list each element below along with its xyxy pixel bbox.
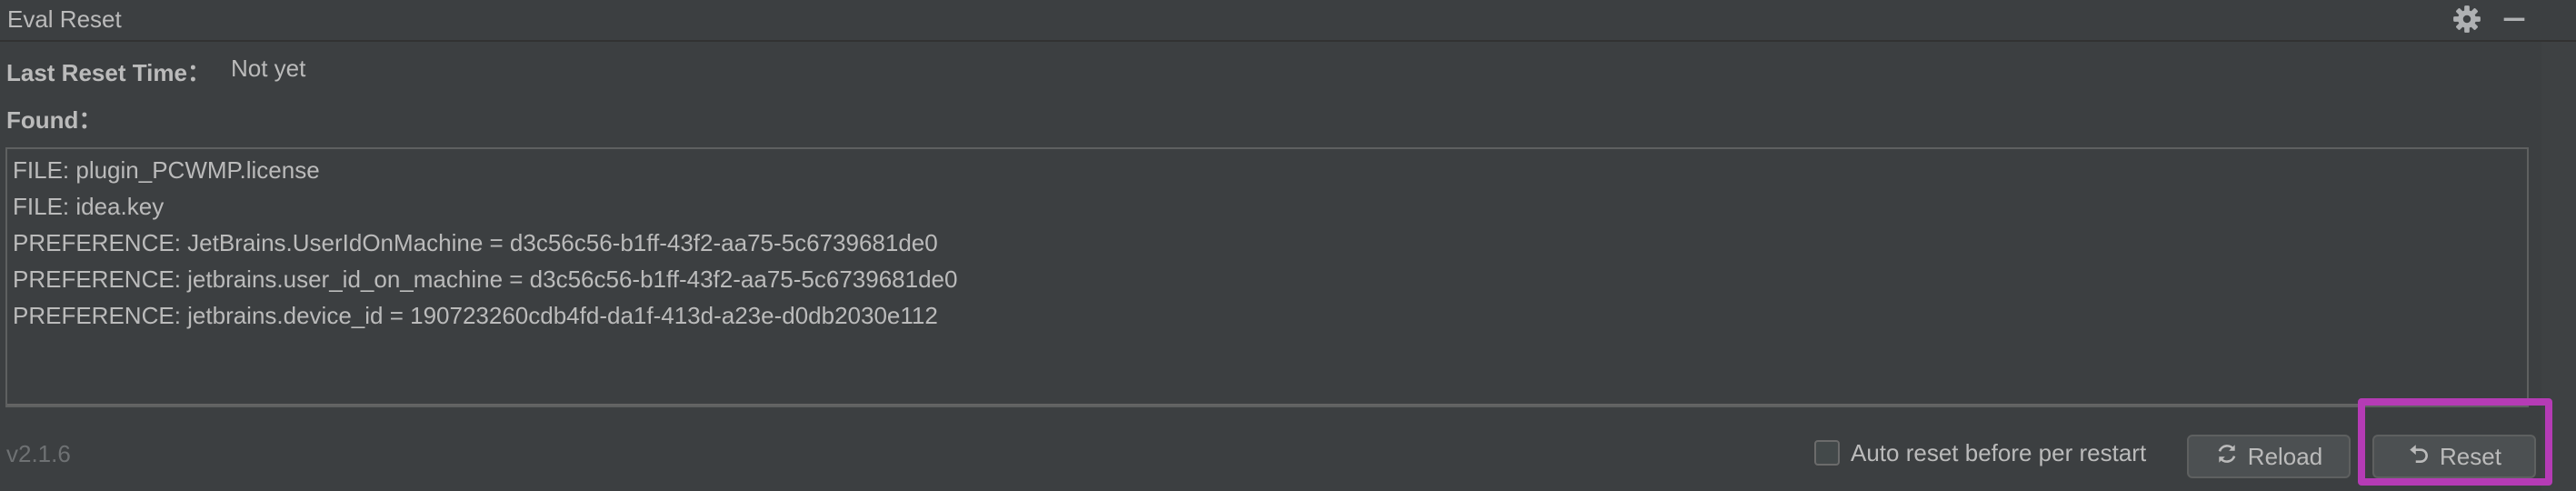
reload-button[interactable]: Reload (2187, 435, 2351, 478)
list-item: FILE: idea.key (13, 193, 165, 220)
list-item: PREFERENCE: jetbrains.device_id = 190723… (13, 302, 938, 329)
last-reset-label: Last Reset Time： (6, 59, 211, 86)
list-item: FILE: plugin_PCWMP.license (13, 156, 320, 184)
gear-icon[interactable] (2451, 4, 2482, 35)
auto-reset-label[interactable]: Auto reset before per restart (1851, 439, 2146, 467)
found-label: Found： (6, 106, 103, 134)
tool-window-title: Eval Reset (7, 5, 122, 33)
list-item: PREFERENCE: JetBrains.UserIdOnMachine = … (13, 229, 938, 256)
divider (7, 404, 2527, 406)
reload-icon (2215, 442, 2239, 472)
last-reset-value: Not yet (231, 55, 306, 82)
found-list[interactable]: FILE: plugin_PCWMP.license FILE: idea.ke… (5, 147, 2529, 407)
reload-label: Reload (2247, 442, 2323, 470)
version-label: v2.1.6 (6, 440, 71, 467)
reset-highlight-box (2358, 398, 2552, 486)
auto-reset-checkbox[interactable] (1814, 440, 1840, 466)
list-item: PREFERENCE: jetbrains.user_id_on_machine… (13, 266, 958, 293)
minimize-icon[interactable] (2499, 4, 2530, 35)
tool-window-header: Eval Reset (0, 0, 2576, 42)
